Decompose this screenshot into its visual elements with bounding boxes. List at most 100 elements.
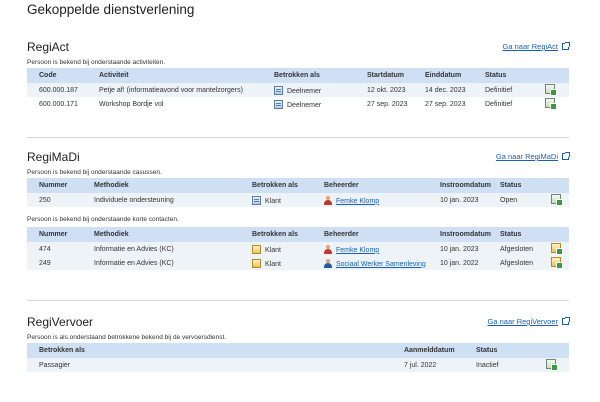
cell-action (539, 193, 569, 207)
header-code: Code (27, 68, 87, 83)
header-betrokken-als: Betrokken als (262, 68, 355, 83)
table-row: Passagier 7 jul. 2022 Inactief (27, 358, 569, 372)
header-betrokken-als: Betrokken als (240, 227, 312, 242)
cell-nummer: 474 (27, 242, 82, 256)
header-actions (533, 68, 569, 83)
cell-action (539, 256, 569, 270)
ga-naar-regiact-link[interactable]: Ga naar RegiAct (503, 42, 570, 51)
cell-datum: 10 jan. 2023 (428, 242, 488, 256)
header-betrokken-als: Betrokken als (240, 178, 312, 193)
cell-nummer: 249 (27, 256, 82, 270)
header-actions (539, 227, 569, 242)
header-status: Status (473, 68, 533, 83)
cell-betrokken: Klant (240, 193, 312, 207)
beheerder-link[interactable]: Femke Klomp (336, 247, 379, 254)
cell-betrokken-text: Klant (265, 246, 281, 254)
cell-beheerder: Femke Klomp (312, 242, 428, 256)
header-activiteit: Activiteit (87, 68, 262, 83)
header-instroomdatum: Instroomdatum (428, 227, 491, 242)
cell-methodiek: Informatie en Advies (KC) (82, 256, 240, 270)
regiact-note: Persoon is bekend bij onderstaande activ… (27, 59, 166, 66)
regiact-table: Code Activiteit Betrokken als Startdatum… (27, 68, 569, 111)
cell-activiteit: Workshop Bordje vol (87, 97, 262, 111)
cell-betrokken-text: Deelnemer (287, 87, 322, 95)
header-einddatum: Einddatum (413, 68, 473, 83)
table-row: 250 Individuele ondersteuning Klant Femk… (27, 193, 569, 207)
external-link-icon (562, 317, 570, 325)
header-actions (539, 178, 569, 193)
header-actions (534, 343, 569, 358)
cell-methodiek: Informatie en Advies (KC) (82, 242, 240, 256)
cell-betrokken: Klant (240, 242, 312, 256)
regimadi-title: RegiMaDi (27, 150, 80, 164)
external-link-icon (562, 42, 570, 50)
open-contact-icon[interactable] (551, 257, 563, 269)
cell-beheerder: Femke Klomp (312, 193, 428, 207)
document-icon (274, 85, 283, 95)
header-status: Status (488, 178, 539, 193)
cell-status: Afgesloten (488, 242, 539, 256)
regiact-section: RegiAct Ga naar RegiAct Persoon is beken… (27, 40, 570, 111)
cell-action (539, 242, 569, 256)
divider (27, 137, 569, 138)
cell-methodiek: Individuele ondersteuning (82, 193, 240, 207)
regivervoer-table: Betrokken als Aanmelddatum Status Passag… (27, 343, 569, 372)
header-nummer: Nummer (27, 178, 82, 193)
cell-beheerder: Sociaal Werker Samenleving (312, 256, 428, 270)
ga-naar-regimadi-link[interactable]: Ga naar RegiMaDi (496, 152, 570, 161)
cell-status: Open (488, 193, 539, 207)
table-row: 600.000.171 Workshop Bordje vol Deelneme… (27, 97, 569, 111)
regivervoer-section: RegiVervoer Ga naar RegiVervoer Persoon … (27, 315, 570, 372)
table-row: 600.000.187 Petje af! (informatieavond v… (27, 83, 569, 97)
cell-action (534, 358, 569, 372)
cell-status: Inactief (464, 358, 534, 372)
cell-start: 27 sep. 2023 (355, 97, 413, 111)
cell-code: 600.000.187 (27, 83, 87, 97)
cell-betrokken: Deelnemer (262, 83, 355, 97)
cell-betrokken: Passagier (27, 358, 392, 372)
open-details-icon[interactable] (545, 84, 557, 96)
cell-betrokken: Deelnemer (262, 97, 355, 111)
header-startdatum: Startdatum (355, 68, 413, 83)
ga-naar-regivervoer-link[interactable]: Ga naar RegiVervoer (488, 317, 570, 326)
cell-action (533, 97, 569, 111)
document-icon (252, 195, 261, 205)
beheerder-link[interactable]: Sociaal Werker Samenleving (336, 261, 426, 268)
cell-betrokken-text: Klant (265, 260, 281, 268)
cell-betrokken-text: Klant (265, 197, 281, 205)
cell-datum: 7 jul. 2022 (392, 358, 464, 372)
open-casus-icon[interactable] (551, 194, 563, 206)
cell-action (533, 83, 569, 97)
cell-status: Definitief (473, 83, 533, 97)
open-contact-icon[interactable] (551, 243, 563, 255)
regimadi-section: RegiMaDi Ga naar RegiMaDi Persoon is bek… (27, 150, 570, 270)
cell-start: 12 okt. 2023 (355, 83, 413, 97)
cell-eind: 27 sep. 2023 (413, 97, 473, 111)
open-details-icon[interactable] (545, 98, 557, 110)
header-beheerder: Beheerder (312, 178, 428, 193)
cell-status: Definitief (473, 97, 533, 111)
regimadi-contacten-table: Nummer Methodiek Betrokken als Beheerder… (27, 227, 569, 270)
page-title: Gekoppelde dienstverlening (27, 2, 195, 17)
cell-betrokken-text: Deelnemer (287, 101, 322, 109)
cell-status: Afgesloten (488, 256, 539, 270)
envelope-icon (252, 244, 261, 254)
header-methodiek: Methodiek (82, 227, 240, 242)
cell-activiteit: Petje af! (informatieavond voor mantelzo… (87, 83, 262, 97)
external-link-icon (562, 152, 570, 160)
beheerder-link[interactable]: Femke Klomp (336, 198, 379, 205)
regimadi-contacten-note: Persoon is bekend bij onderstaande korte… (27, 216, 179, 223)
person-icon (324, 244, 332, 254)
regivervoer-note: Persoon is als onderstaand betrokkene be… (27, 334, 227, 341)
header-methodiek: Methodiek (82, 178, 240, 193)
regimadi-casussen-table: Nummer Methodiek Betrokken als Beheerder… (27, 178, 569, 207)
cell-datum: 10 jan. 2022 (428, 256, 488, 270)
cell-code: 600.000.171 (27, 97, 87, 111)
open-vervoer-icon[interactable] (546, 359, 558, 371)
regivervoer-title: RegiVervoer (27, 315, 94, 329)
cell-nummer: 250 (27, 193, 82, 207)
header-nummer: Nummer (27, 227, 82, 242)
header-instroomdatum: Instroomdatum (428, 178, 491, 193)
header-status: Status (488, 227, 539, 242)
header-betrokken-als: Betrokken als (27, 343, 392, 358)
